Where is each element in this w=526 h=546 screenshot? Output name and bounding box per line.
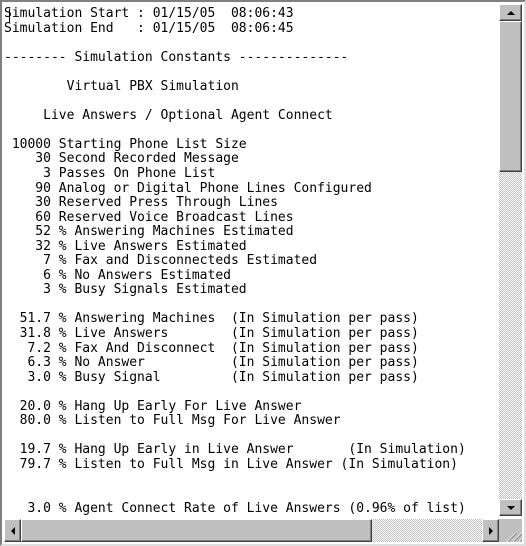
report-line: 3 % Busy Signals Estimated — [4, 282, 247, 298]
report-line: 19.7 % Hang Up Early in Live Answer (In … — [4, 442, 466, 458]
report-line: 52 % Answering Machines Estimated — [4, 224, 294, 240]
report-line: 7.2 % Fax And Disconnect (In Simulation … — [4, 340, 419, 356]
report-line: 80.0 % Listen to Full Msg For Live Answe… — [4, 413, 341, 429]
scroll-right-button[interactable] — [482, 519, 499, 542]
report-line: Simulation Start : 01/15/05 08:06:43 — [4, 6, 294, 21]
report-line: 32 % Live Answers Estimated — [4, 238, 247, 254]
resize-grip-icon[interactable] — [499, 519, 522, 542]
report-line: Simulation End : 01/15/05 08:06:45 — [4, 20, 294, 36]
report-line — [4, 123, 466, 138]
scroll-up-button[interactable] — [499, 4, 522, 21]
vertical-scrollbar-thumb[interactable] — [499, 21, 522, 172]
report-line: 6 % No Answers Estimated — [4, 267, 231, 283]
arrow-left-icon — [10, 526, 15, 535]
report-line: Virtual PBX Simulation — [4, 78, 239, 94]
horizontal-scrollbar-thumb[interactable] — [21, 519, 372, 542]
report-line: 30 Second Recorded Message — [4, 151, 239, 167]
scroll-down-button[interactable] — [499, 499, 522, 516]
text-output-area[interactable]: Simulation Start : 01/15/05 08:06:43 Simu… — [4, 4, 499, 516]
report-line — [4, 65, 466, 80]
report-line — [4, 473, 466, 488]
arrow-down-icon — [506, 505, 515, 510]
report-line: 3 Passes On Phone List — [4, 166, 216, 182]
report-line: 60 Reserved Voice Broadcast Lines — [4, 209, 294, 225]
report-line: Live Answers / Optional Agent Connect — [4, 107, 333, 123]
arrow-up-icon — [506, 10, 515, 15]
report-line: 7 % Fax and Disconnecteds Estimated — [4, 253, 318, 269]
report-line: 3.0 % Agent Connect Rate of Live Answers… — [4, 500, 466, 516]
report-line: 6.3 % No Answer (In Simulation per pass) — [4, 355, 419, 371]
scroll-left-button[interactable] — [4, 519, 21, 542]
arrow-right-icon — [488, 526, 493, 535]
report-line: 10000 Starting Phone List Size — [4, 136, 247, 152]
report-line — [4, 36, 466, 51]
report-line: 79.7 % Listen to Full Msg in Live Answer… — [4, 456, 458, 472]
report-line: 3.0 % Busy Signal (In Simulation per pas… — [4, 369, 419, 385]
report-line: 20.0 % Hang Up Early For Live Answer — [4, 398, 302, 414]
vertical-scrollbar[interactable] — [499, 4, 522, 516]
report-line — [4, 385, 466, 400]
report-line: 30 Reserved Press Through Lines — [4, 195, 278, 211]
report-line: -------- Simulation Constants ----------… — [4, 49, 349, 65]
report-line: 51.7 % Answering Machines (In Simulation… — [4, 311, 419, 327]
report-line: 31.8 % Live Answers (In Simulation per p… — [4, 326, 419, 342]
report-line — [4, 429, 466, 444]
simulation-output-window: Simulation Start : 01/15/05 08:06:43 Simu… — [0, 0, 526, 546]
report-line — [4, 94, 466, 109]
report-line: 90 Analog or Digital Phone Lines Configu… — [4, 180, 372, 196]
horizontal-scrollbar[interactable] — [4, 519, 499, 542]
report-line — [4, 487, 466, 502]
report-text: Simulation Start : 01/15/05 08:06:43 Simu… — [4, 6, 466, 516]
report-line — [4, 298, 466, 313]
